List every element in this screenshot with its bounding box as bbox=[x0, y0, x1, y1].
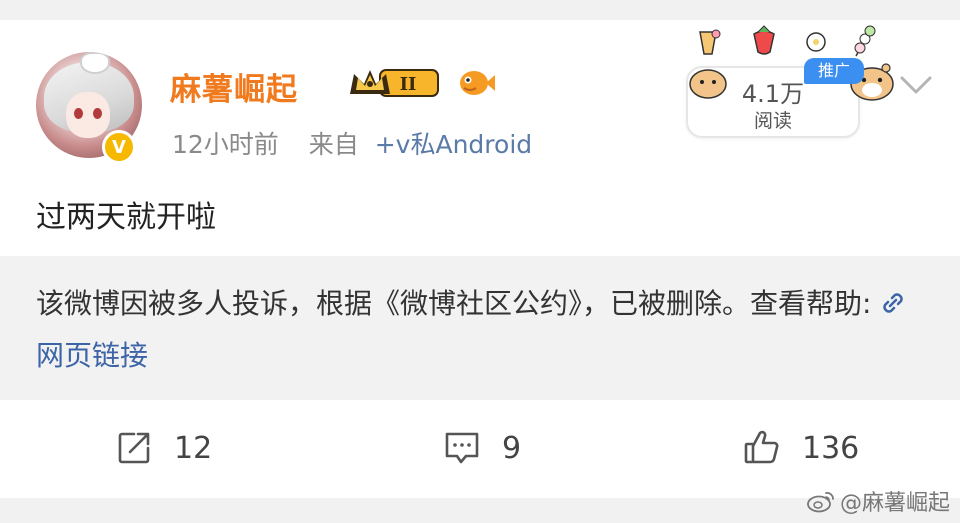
post-source[interactable]: +v私Android bbox=[375, 130, 532, 159]
notice-text: 该微博因被多人投诉，根据《微博社区公约》，已被删除。查看帮助: bbox=[36, 287, 872, 320]
from-label: 来自 bbox=[308, 130, 359, 159]
like-count: 136 bbox=[802, 430, 860, 466]
promote-badge[interactable]: 推广 bbox=[804, 58, 864, 84]
comment-count: 9 bbox=[502, 430, 522, 466]
weibo-logo-icon bbox=[807, 492, 834, 513]
web-link-label: 网页链接 bbox=[36, 339, 149, 372]
post-text: 过两天就开啦 bbox=[36, 200, 216, 235]
repost-icon bbox=[118, 432, 150, 464]
post-time: 12小时前 bbox=[172, 130, 279, 159]
username[interactable]: 麻薯崛起 bbox=[170, 64, 298, 109]
notice-text-block: 该微博因被多人投诉，根据《微博社区公约》，已被删除。查看帮助: 网页链接 bbox=[36, 278, 936, 382]
level-badge-text: II bbox=[400, 74, 417, 95]
action-bar: 12 9 136 bbox=[0, 400, 960, 498]
watermark-text: @麻薯崛起 bbox=[839, 491, 950, 516]
thumbs-up-icon bbox=[744, 430, 779, 464]
chevron-down-icon[interactable] bbox=[898, 70, 934, 98]
read-label: 阅读 bbox=[753, 110, 792, 132]
watermark: @麻薯崛起 bbox=[806, 485, 950, 517]
decorative-stickers-icon bbox=[699, 25, 876, 57]
member-crown-badge-icon[interactable]: II bbox=[346, 66, 442, 100]
like-button[interactable]: 136 bbox=[742, 428, 859, 468]
repost-count: 12 bbox=[174, 430, 213, 466]
fish-badge-icon[interactable] bbox=[456, 66, 496, 98]
post-meta: 12小时前 来自 +v私Android bbox=[172, 125, 532, 161]
deleted-repost-notice: 该微博因被多人投诉，根据《微博社区公约》，已被删除。查看帮助: 网页链接 bbox=[0, 256, 960, 400]
comment-icon bbox=[445, 432, 479, 464]
link-icon bbox=[883, 293, 904, 313]
comment-button[interactable]: 9 bbox=[442, 428, 521, 468]
repost-button[interactable]: 12 bbox=[114, 428, 212, 468]
verified-badge-icon: V bbox=[102, 130, 136, 164]
